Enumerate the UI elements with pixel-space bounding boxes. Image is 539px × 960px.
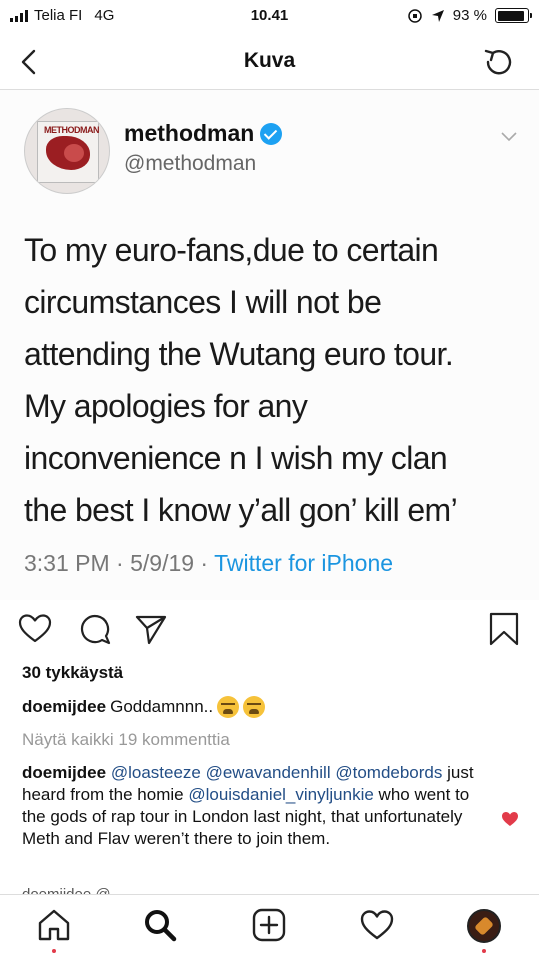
tweet-line: circumstances I will not be xyxy=(24,284,382,320)
mention-link[interactable]: @louisdaniel_vinyljunkie xyxy=(188,785,373,804)
view-all-comments[interactable]: Näytä kaikki 19 kommenttia xyxy=(22,730,230,750)
rotate-icon[interactable] xyxy=(481,44,517,80)
tweet-line: attending the Wutang euro tour. xyxy=(24,336,454,372)
new-post-icon[interactable] xyxy=(251,907,287,943)
status-bar: Telia FI 4G 10.41 93 % xyxy=(0,0,539,34)
status-right: 93 % xyxy=(407,7,532,24)
tweet-timestamp: 3:31 PM · 5/9/19 · xyxy=(24,550,215,576)
crying-emoji-icon xyxy=(217,696,240,718)
top-nav: Kuva xyxy=(0,34,539,90)
battery-percent: 93 % xyxy=(452,7,487,24)
comment-username[interactable]: doemijdee xyxy=(22,696,106,718)
tweet-handle: @methodman xyxy=(124,152,257,175)
bottom-nav xyxy=(0,894,539,960)
search-icon[interactable] xyxy=(142,907,178,943)
battery-icon xyxy=(495,8,532,23)
tweet-line: the best I know y’all gon’ kill em’ xyxy=(24,492,458,528)
orientation-lock-icon xyxy=(408,8,422,23)
album-logo-text: METHODMAN xyxy=(44,125,100,135)
like-count[interactable]: 30 tykkäystä xyxy=(22,663,123,683)
post-actions xyxy=(0,606,539,652)
home-icon[interactable] xyxy=(36,907,72,943)
tweet-meta: 3:31 PM · 5/9/19 · Twitter for iPhone xyxy=(24,550,393,577)
tweet-line: My apologies for any xyxy=(24,388,308,424)
bookmark-icon[interactable] xyxy=(487,612,521,646)
tweet-source: Twitter for iPhone xyxy=(214,550,394,576)
liked-heart-icon[interactable] xyxy=(501,811,519,827)
page-title: Kuva xyxy=(243,49,296,72)
mention-link[interactable]: @ewavandenhill xyxy=(206,763,331,782)
tweet-text: To my euro-fans,due to certain circumsta… xyxy=(24,224,519,536)
display-name-text: methodman xyxy=(124,120,255,146)
like-heart-icon[interactable] xyxy=(18,612,52,646)
album-cover: METHODMAN xyxy=(37,121,100,183)
share-send-icon[interactable] xyxy=(134,612,168,646)
tweet-image[interactable]: METHODMAN methodman @methodman To my eur… xyxy=(0,90,539,600)
chevron-down-icon xyxy=(501,132,517,142)
mention-link[interactable]: @loasteeze xyxy=(111,763,201,782)
tweet-avatar: METHODMAN xyxy=(24,108,110,194)
crying-emoji-icon xyxy=(243,696,266,718)
comment-username[interactable]: doemijdee xyxy=(22,763,106,782)
activity-heart-icon[interactable] xyxy=(359,907,395,943)
profile-avatar[interactable] xyxy=(467,909,501,943)
tweet-line: inconvenience n I wish my clan xyxy=(24,440,448,476)
comment-icon[interactable] xyxy=(78,612,112,646)
notification-dot xyxy=(482,949,486,953)
location-arrow-icon xyxy=(431,9,444,22)
comment-text: Goddamnnn.. xyxy=(110,697,214,716)
comment-2: doemijdee @loasteeze @ewavandenhill @tom… xyxy=(22,762,492,850)
comment-1: doemijdee Goddamnnn.. xyxy=(22,696,266,718)
tweet-display-name: methodman xyxy=(124,120,283,147)
tweet-line: To my euro-fans,due to certain xyxy=(24,232,439,268)
mention-link[interactable]: @tomdebords xyxy=(335,763,442,782)
notification-dot xyxy=(52,949,56,953)
verified-badge-icon xyxy=(260,122,283,145)
